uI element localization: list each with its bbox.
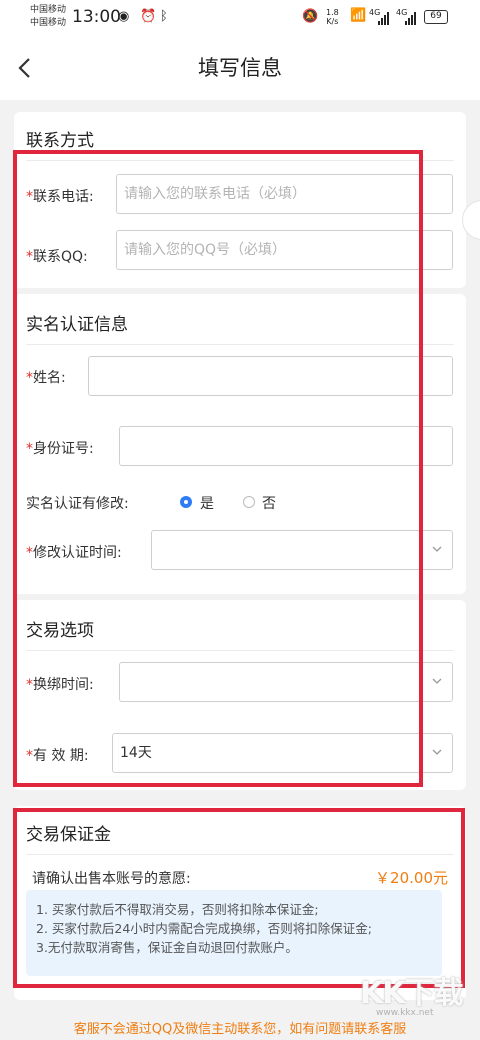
chevron-down-icon (432, 678, 442, 684)
divider (26, 160, 454, 161)
radio-yes[interactable] (180, 496, 192, 508)
divider (26, 650, 454, 651)
qq-label: *联系QQ: (26, 249, 88, 265)
alarm-icon: ⏰ (140, 9, 157, 24)
rebind-time-label: *换绑时间: (26, 677, 94, 693)
trade-options-card: 交易选项 *换绑时间: *有 效 期: 14天 (14, 600, 466, 790)
required-mark: * (26, 748, 33, 764)
realname-section-title: 实名认证信息 (26, 315, 128, 335)
mute-icon: 🔕 (302, 9, 319, 24)
validity-select[interactable]: 14天 (112, 733, 453, 773)
radio-yes-label[interactable]: 是 (200, 493, 214, 513)
contact-section-title: 联系方式 (26, 131, 94, 151)
trade-section-title: 交易选项 (26, 621, 94, 641)
signal-2-bars (405, 12, 416, 25)
rebind-time-select[interactable] (119, 662, 453, 702)
divider (26, 854, 454, 855)
phone-label: *联系电话: (26, 189, 94, 205)
watermark-logo: KK下载 (360, 976, 463, 1011)
id-number-input[interactable] (119, 426, 453, 466)
signal-1-bars (378, 12, 389, 25)
deposit-amount: ￥20.00元 (375, 869, 448, 887)
modify-time-select[interactable] (151, 530, 453, 570)
nav-bar: 填写信息 (0, 36, 480, 100)
watermark-url: www.kkx.net (376, 1008, 434, 1018)
chevron-down-icon (432, 749, 442, 755)
deposit-confirm-text: 请确认出售本账号的意愿: (32, 871, 191, 887)
required-mark: * (26, 249, 33, 265)
required-mark: * (26, 189, 33, 205)
status-bar: 中国移动 中国移动 13:00 ◉ ⏰ ᛒ 🔕 1.8 K/s 📶 4G 4G 6… (0, 0, 480, 36)
bluetooth-icon: ᛒ (160, 9, 168, 24)
wifi-icon: 📶 (350, 8, 367, 23)
carrier-2: 中国移动 (30, 18, 67, 28)
realname-card: 实名认证信息 *姓名: *身份证号: 实名认证有修改: 是 否 *修改认证时间: (14, 294, 466, 594)
name-label: *姓名: (26, 370, 66, 386)
footer-notice: 客服不会通过QQ及微信主动联系您，如有问题请联系客服 (73, 1022, 407, 1037)
contact-card: 联系方式 *联系电话: 请输入您的联系电话（必填） *联系QQ: 请输入您的QQ… (14, 112, 466, 288)
back-arrow-icon[interactable] (14, 54, 38, 82)
deposit-section-title: 交易保证金 (26, 825, 111, 845)
notice-line-2: 2. 买家付款后24小时内需配合完成换绑，否则将扣除保证金; (36, 921, 373, 936)
name-input[interactable] (88, 356, 453, 396)
qq-input[interactable]: 请输入您的QQ号（必填） (116, 230, 453, 270)
validity-label: *有 效 期: (26, 748, 89, 764)
eye-icon: ◉ (118, 9, 130, 24)
deposit-notice: 1. 买家付款后不得取消交易，否则将扣除本保证金; 2. 买家付款后24小时内需… (26, 890, 442, 976)
required-mark: * (26, 441, 33, 457)
realname-modified-label: 实名认证有修改: (26, 496, 129, 512)
required-mark: * (26, 677, 33, 693)
modify-time-label: *修改认证时间: (26, 545, 122, 561)
battery-indicator: 69 (424, 10, 448, 24)
id-number-label: *身份证号: (26, 441, 94, 457)
radio-no-label[interactable]: 否 (262, 493, 276, 513)
page-title: 填写信息 (198, 56, 282, 80)
divider (26, 344, 454, 345)
net-speed: 1.8 K/s (326, 8, 339, 26)
required-mark: * (26, 370, 33, 386)
radio-no[interactable] (243, 496, 255, 508)
required-mark: * (26, 545, 33, 561)
notice-line-3: 3.无付款取消寄售，保证金自动退回付款账户。 (36, 940, 298, 955)
clock: 13:00 (72, 7, 121, 27)
phone-input[interactable]: 请输入您的联系电话（必填） (116, 174, 453, 214)
notice-line-1: 1. 买家付款后不得取消交易，否则将扣除本保证金; (36, 902, 319, 917)
chevron-down-icon (432, 546, 442, 552)
carrier-1: 中国移动 (30, 5, 67, 15)
